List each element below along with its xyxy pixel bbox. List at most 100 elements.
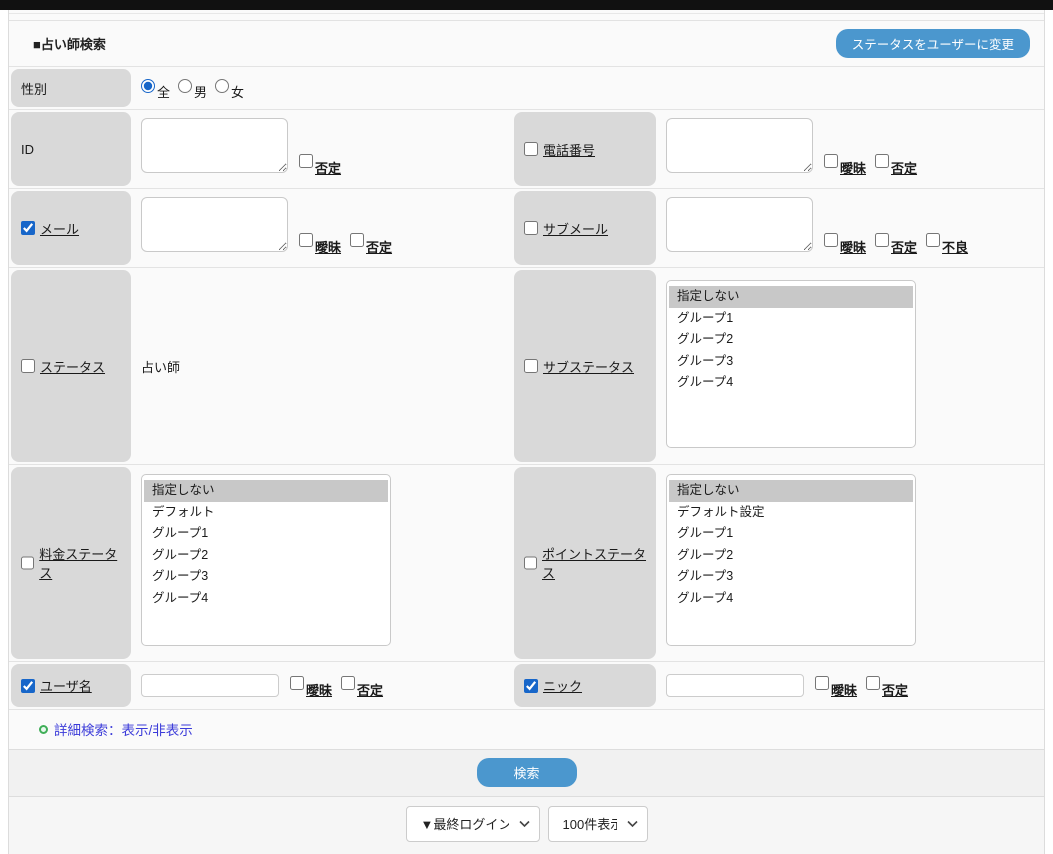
submail-fuzzy-checkbox[interactable] (824, 233, 838, 247)
listbox-option[interactable]: グループ1 (669, 523, 913, 545)
detail-search-toggle-link[interactable]: 詳細検索：表示/非表示 (54, 719, 193, 739)
listbox-option[interactable]: グループ2 (669, 329, 913, 351)
fee-status-listbox[interactable]: 指定しないデフォルトグループ1グループ2グループ3グループ4 (141, 474, 391, 646)
gender-radio-female[interactable] (215, 79, 229, 93)
username-input[interactable] (141, 674, 279, 697)
search-button[interactable]: 検索 (477, 758, 577, 787)
id-input-cell: 否定 (133, 110, 512, 188)
nick-input-cell: 曖昧 否定 (658, 662, 1044, 709)
phone-enable-checkbox[interactable] (524, 142, 538, 156)
mail-negate-checkbox[interactable] (350, 233, 364, 247)
gender-option-label: 全 (157, 82, 170, 101)
gender-option-label: 女 (231, 82, 244, 101)
mail-flag-fuzzy[interactable]: 曖昧 (299, 233, 341, 252)
point-status-list-cell: 指定しないデフォルト設定グループ1グループ2グループ3グループ4 (658, 465, 1044, 661)
listbox-option[interactable]: 指定しない (669, 286, 913, 308)
status-label-cell: ステータス (11, 270, 131, 462)
listbox-option[interactable]: グループ4 (669, 588, 913, 610)
submail-enable-checkbox[interactable] (524, 221, 538, 235)
mail-label[interactable]: メール (40, 219, 79, 238)
gender-option-all[interactable]: 全 (141, 79, 170, 98)
username-input-cell: 曖昧 否定 (133, 662, 512, 709)
phone-label[interactable]: 電話番号 (543, 140, 595, 159)
listbox-option[interactable]: グループ3 (669, 351, 913, 373)
page-header: ■占い師検索 ステータスをユーザーに変更 (9, 21, 1044, 67)
mail-textarea[interactable] (141, 197, 288, 252)
username-flag-negate[interactable]: 否定 (341, 676, 383, 695)
substatus-listbox[interactable]: 指定しないグループ1グループ2グループ3グループ4 (666, 280, 916, 448)
gender-option-label: 男 (194, 82, 207, 101)
substatus-label-cell: サブステータス (514, 270, 656, 462)
gender-radio-male[interactable] (178, 79, 192, 93)
phone-textarea[interactable] (666, 118, 813, 173)
listbox-option[interactable]: グループ2 (144, 545, 388, 567)
nick-fuzzy-checkbox[interactable] (815, 676, 829, 690)
nick-flag-fuzzy[interactable]: 曖昧 (815, 676, 857, 695)
username-enable-checkbox[interactable] (21, 679, 35, 693)
fee-status-label[interactable]: 料金ステータス (39, 544, 125, 582)
submail-flag-fuzzy[interactable]: 曖昧 (824, 233, 866, 252)
page-frame: ■占い師検索 ステータスをユーザーに変更 性別 全 男 女 ID (8, 10, 1045, 854)
submail-flag-bad[interactable]: 不良 (926, 233, 968, 252)
submail-flag-negate[interactable]: 否定 (875, 233, 917, 252)
listbox-option[interactable]: デフォルト (144, 502, 388, 524)
status-value-cell: 占い師 (133, 268, 512, 464)
listbox-option[interactable]: グループ2 (669, 545, 913, 567)
listbox-option[interactable]: グループ3 (144, 566, 388, 588)
submail-label-cell: サブメール (514, 191, 656, 265)
listbox-option[interactable]: グループ1 (144, 523, 388, 545)
nick-flag-negate[interactable]: 否定 (866, 676, 908, 695)
username-flag-fuzzy[interactable]: 曖昧 (290, 676, 332, 695)
submail-bad-checkbox[interactable] (926, 233, 940, 247)
nick-label[interactable]: ニック (543, 676, 582, 695)
submail-negate-checkbox[interactable] (875, 233, 889, 247)
listbox-option[interactable]: デフォルト設定 (669, 502, 913, 524)
listbox-option[interactable]: グループ4 (669, 372, 913, 394)
mail-enable-checkbox[interactable] (21, 221, 35, 235)
submail-label[interactable]: サブメール (543, 219, 608, 238)
mail-flag-negate[interactable]: 否定 (350, 233, 392, 252)
mail-label-cell: メール (11, 191, 131, 265)
listbox-option[interactable]: グループ3 (669, 566, 913, 588)
gender-option-male[interactable]: 男 (178, 79, 207, 98)
sort-select[interactable]: ▼最終ログイン (406, 806, 540, 842)
id-negate-checkbox[interactable] (299, 154, 313, 168)
id-textarea[interactable] (141, 118, 288, 173)
substatus-label[interactable]: サブステータス (543, 357, 634, 376)
point-status-listbox[interactable]: 指定しないデフォルト設定グループ1グループ2グループ3グループ4 (666, 474, 916, 646)
substatus-enable-checkbox[interactable] (524, 359, 538, 373)
listbox-option[interactable]: 指定しない (669, 480, 913, 502)
point-status-enable-checkbox[interactable] (524, 556, 537, 570)
mail-fuzzy-checkbox[interactable] (299, 233, 313, 247)
submail-textarea[interactable] (666, 197, 813, 252)
phone-flag-negate[interactable]: 否定 (875, 154, 917, 173)
listbox-option[interactable]: 指定しない (144, 480, 388, 502)
nick-negate-checkbox[interactable] (866, 676, 880, 690)
detail-search-row: 詳細検索：表示/非表示 (9, 710, 1044, 749)
status-substatus-row: ステータス 占い師 サブステータス 指定しないグループ1グループ2グループ3グル… (9, 268, 1044, 465)
username-fuzzy-checkbox[interactable] (290, 676, 304, 690)
status-enable-checkbox[interactable] (21, 359, 35, 373)
status-label[interactable]: ステータス (40, 357, 105, 376)
page-title: ■占い師検索 (33, 34, 106, 53)
status-value: 占い師 (141, 357, 180, 376)
username-label[interactable]: ユーザ名 (40, 676, 92, 695)
nick-enable-checkbox[interactable] (524, 679, 538, 693)
phone-flag-fuzzy[interactable]: 曖昧 (824, 154, 866, 173)
change-status-to-user-button[interactable]: ステータスをユーザーに変更 (836, 29, 1030, 58)
page-size-select-wrap: 100件表示 (548, 806, 648, 842)
fee-status-enable-checkbox[interactable] (21, 556, 34, 570)
nick-input[interactable] (666, 674, 804, 697)
phone-fuzzy-checkbox[interactable] (824, 154, 838, 168)
listbox-option[interactable]: グループ4 (144, 588, 388, 610)
id-flag-negate[interactable]: 否定 (299, 154, 341, 173)
fee-status-list-cell: 指定しないデフォルトグループ1グループ2グループ3グループ4 (133, 465, 512, 661)
page-size-select[interactable]: 100件表示 (548, 806, 648, 842)
phone-negate-checkbox[interactable] (875, 154, 889, 168)
listbox-option[interactable]: グループ1 (669, 308, 913, 330)
username-negate-checkbox[interactable] (341, 676, 355, 690)
id-label: ID (21, 142, 34, 157)
gender-option-female[interactable]: 女 (215, 79, 244, 98)
gender-radio-all[interactable] (141, 79, 155, 93)
point-status-label[interactable]: ポイントステータス (542, 544, 650, 582)
